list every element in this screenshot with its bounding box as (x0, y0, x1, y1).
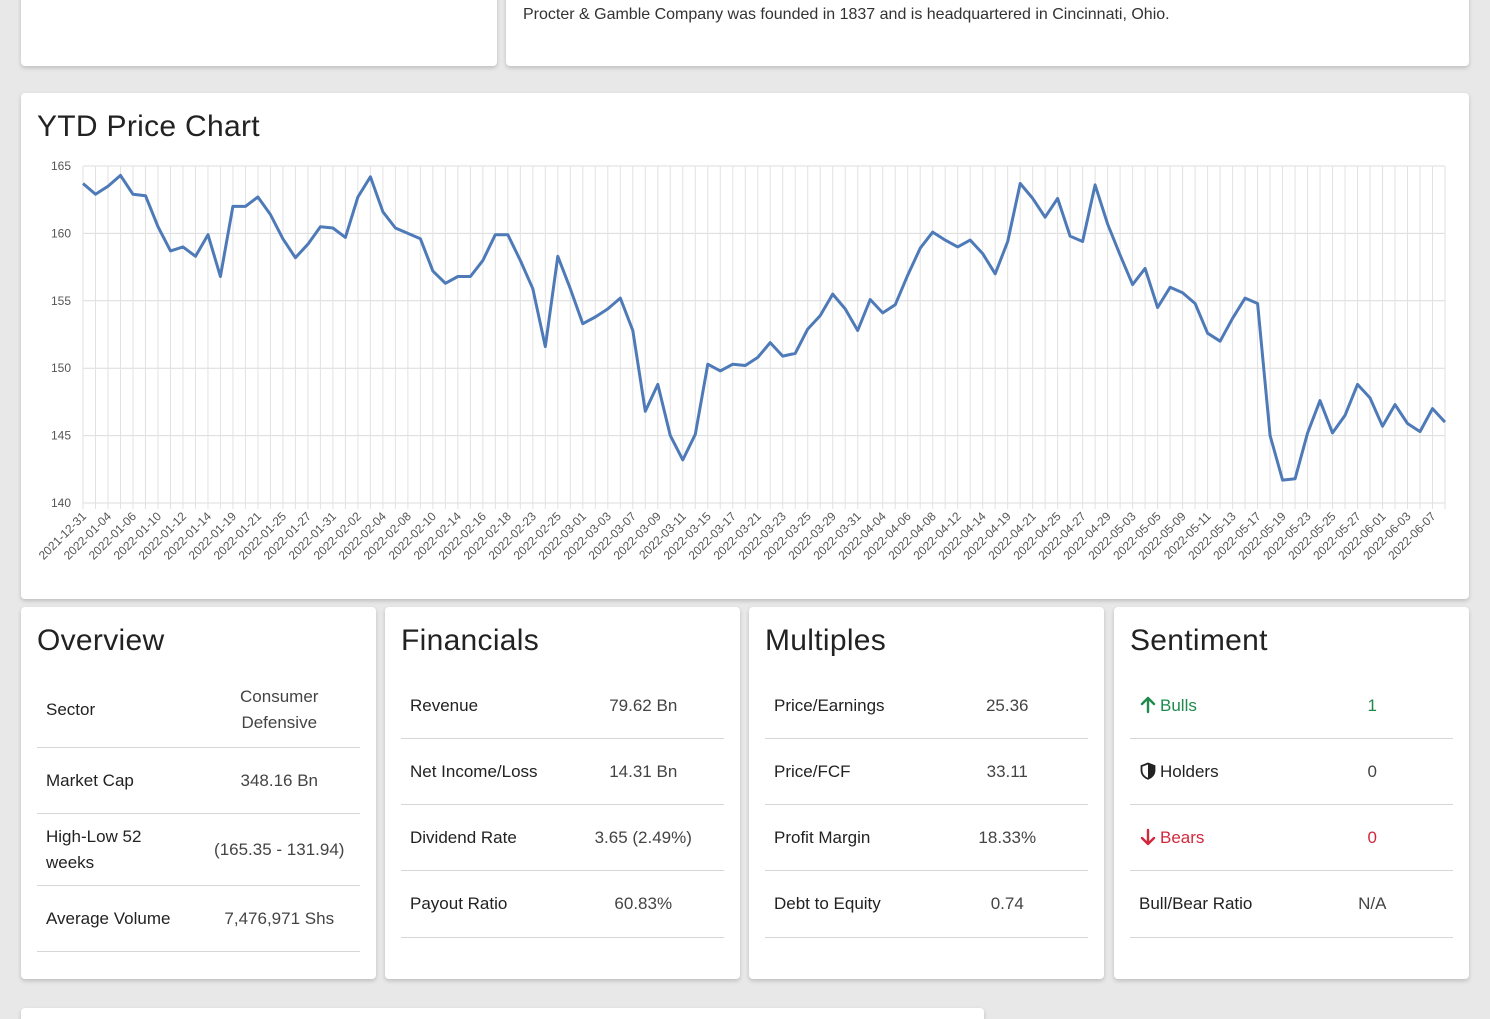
row-value: 0.74 (990, 894, 1024, 913)
table-row: Debt to Equity 0.74 (765, 871, 1088, 938)
top-left-card (21, 0, 497, 66)
sentiment-card: Sentiment Bulls 1 Holders 0 Bears 0 Bull… (1114, 607, 1469, 979)
ratio-label: Bull/Bear Ratio (1139, 894, 1253, 913)
overview-card: Overview Sector Consumer Defensive Marke… (21, 607, 376, 979)
arrow-up-icon (1140, 696, 1156, 713)
table-row: Bull/Bear Ratio N/A (1130, 871, 1453, 938)
financials-table: Revenue 79.62 Bn Net Income/Loss 14.31 B… (401, 673, 724, 938)
bears-label-cell: Bears (1130, 825, 1292, 851)
bulls-label: Bulls (1160, 695, 1197, 715)
sentiment-title: Sentiment (1130, 624, 1268, 657)
y-tick-label: 150 (51, 361, 71, 375)
row-label: Price/FCF (774, 761, 851, 781)
multiples-card: Multiples Price/Earnings 25.36 Price/FCF… (749, 607, 1104, 979)
bulls-value: 1 (1367, 695, 1377, 715)
financials-title: Financials (401, 624, 540, 657)
multiples-table: Price/Earnings 25.36 Price/FCF 33.11 Pro… (765, 673, 1088, 938)
y-tick-label: 155 (51, 294, 71, 308)
bears-value: 0 (1367, 827, 1377, 847)
row-label: Profit Margin (774, 827, 871, 847)
holders-value: 0 (1367, 761, 1377, 781)
row-value: 3.65 (2.49%) (594, 827, 692, 847)
table-row: Revenue 79.62 Bn (401, 673, 724, 739)
bulls-label-cell: Bulls (1130, 693, 1292, 719)
row-value: 60.83% (614, 894, 673, 913)
row-label: Net Income/Loss (410, 761, 538, 781)
table-row: Market Cap 348.16 Bn (37, 748, 360, 814)
financials-card: Financials Revenue 79.62 Bn Net Income/L… (385, 607, 740, 979)
multiples-title: Multiples (765, 624, 887, 657)
holders-label-cell: Holders (1130, 759, 1292, 785)
y-tick-label: 160 (51, 226, 71, 240)
row-label: Dividend Rate (410, 827, 517, 847)
row-value: 79.62 Bn (609, 695, 678, 715)
table-row: Sector Consumer Defensive (37, 673, 360, 748)
table-row: Bulls 1 (1130, 673, 1453, 739)
table-row: Holders 0 (1130, 739, 1453, 805)
price-chart-card: YTD Price Chart 140 145 150 155 160 165 2021-1… (21, 93, 1469, 599)
y-tick-label: 145 (51, 429, 71, 443)
bottom-card (21, 1008, 984, 1019)
arrow-down-icon (1140, 828, 1156, 845)
row-label: Revenue (410, 695, 479, 715)
row-value: 7,476,971 Shs (224, 908, 335, 928)
price-series-line (82, 173, 1447, 482)
bears-label: Bears (1160, 827, 1205, 847)
row-value: 25.36 (985, 695, 1029, 715)
y-tick-label: 140 (51, 496, 71, 510)
shield-icon (1140, 762, 1156, 780)
table-row: Profit Margin 18.33% (765, 805, 1088, 871)
row-label: High-Low 52 weeks (46, 826, 142, 872)
row-label: Debt to Equity (774, 894, 881, 913)
table-row: Dividend Rate 3.65 (2.49%) (401, 805, 724, 871)
row-label: Sector (46, 700, 96, 719)
table-row: High-Low 52 weeks (165.35 - 131.94) (37, 814, 360, 886)
table-row: Net Income/Loss 14.31 Bn (401, 739, 724, 805)
row-value: 14.31 Bn (609, 761, 678, 781)
holders-label: Holders (1160, 761, 1219, 781)
sentiment-table: Bulls 1 Holders 0 Bears 0 Bull/Bear Rati… (1130, 673, 1453, 938)
table-row: Average Volume 7,476,971 Shs (37, 886, 360, 952)
price-chart: 1401451501551601652021-12-312022-01-0420… (36, 159, 1447, 563)
overview-title: Overview (37, 624, 165, 657)
row-label: Average Volume (46, 908, 171, 928)
table-row: Payout Ratio 60.83% (401, 871, 724, 938)
table-row: Price/FCF 33.11 (765, 739, 1088, 805)
row-value: (165.35 - 131.94) (214, 839, 345, 859)
company-description: Procter & Gamble Company was founded in … (523, 6, 1170, 23)
row-value: 348.16 Bn (240, 770, 318, 790)
table-row: Bears 0 (1130, 805, 1453, 871)
row-value: 18.33% (978, 827, 1037, 847)
table-row: Price/Earnings 25.36 (765, 673, 1088, 739)
row-value: 33.11 (986, 761, 1028, 781)
company-description-card: Procter & Gamble Company was founded in … (506, 0, 1469, 66)
row-value: Consumer Defensive (240, 687, 319, 732)
row-label: Payout Ratio (410, 894, 508, 913)
row-label: Market Cap (46, 770, 134, 790)
overview-table: Sector Consumer Defensive Market Cap 348… (37, 673, 360, 952)
y-tick-label: 165 (51, 159, 71, 173)
row-label: Price/Earnings (774, 695, 885, 715)
ratio-value: N/A (1358, 894, 1387, 913)
